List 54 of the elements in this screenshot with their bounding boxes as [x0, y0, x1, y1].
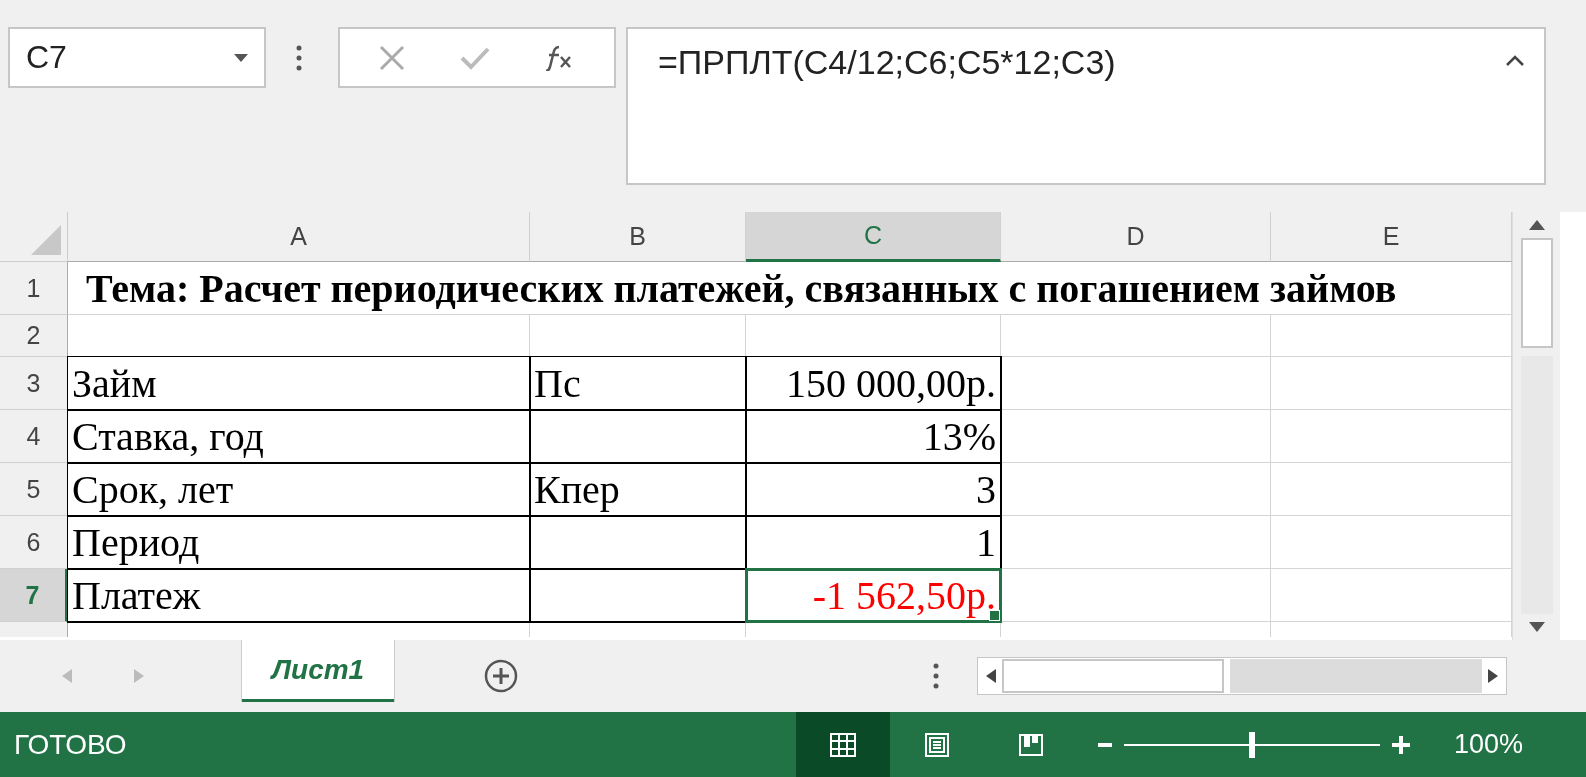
table-cell[interactable]: 150 000,00р. [746, 357, 1001, 410]
row-header[interactable]: 1 [0, 262, 68, 315]
name-box[interactable]: C7 [8, 27, 266, 88]
table-cell[interactable]: Пс [530, 357, 746, 410]
check-icon[interactable] [460, 45, 490, 70]
table-cell[interactable]: 3 [746, 463, 1001, 516]
grid-icon [830, 732, 856, 757]
row-header[interactable]: 6 [0, 516, 68, 569]
scroll-thumb[interactable] [1520, 238, 1553, 348]
table-cell[interactable]: Ставка, год [68, 410, 530, 463]
triangle-icon [31, 225, 61, 255]
zoom-level[interactable]: 100% [1454, 729, 1524, 760]
row-header[interactable]: 7 [0, 569, 68, 622]
table-cell[interactable]: Платеж [68, 569, 530, 622]
scroll-down-icon[interactable] [1528, 622, 1545, 632]
row-header[interactable]: 2 [0, 315, 68, 357]
table-cell[interactable]: 1 [746, 516, 1001, 569]
table-cell[interactable]: Срок, лет [68, 463, 530, 516]
table-cell[interactable]: 13% [746, 410, 1001, 463]
table-cell[interactable] [530, 410, 746, 463]
scroll-thumb[interactable] [1002, 659, 1224, 693]
row-header[interactable]: 3 [0, 357, 68, 410]
row-header[interactable]: 4 [0, 410, 68, 463]
column-header[interactable]: E [1271, 212, 1512, 262]
horizontal-scrollbar[interactable] [977, 657, 1507, 695]
more-icon[interactable] [296, 45, 302, 71]
more-icon[interactable] [933, 663, 939, 689]
chevron-up-icon[interactable] [1506, 55, 1524, 66]
table-cell[interactable]: Период [68, 516, 530, 569]
page-icon [925, 732, 949, 757]
scroll-right-icon[interactable] [1488, 669, 1498, 683]
table-cell[interactable]: Кпер [530, 463, 746, 516]
formula-field[interactable]: =ПРПЛТ(C4/12;C6;C5*12;C3) [626, 27, 1546, 185]
table-cell[interactable]: -1 562,50р. [746, 569, 1001, 622]
column-header[interactable]: B [530, 212, 746, 262]
page-break-icon [1019, 733, 1043, 756]
caret-icon [234, 53, 248, 62]
row-header[interactable]: 5 [0, 463, 68, 516]
zoom-slider[interactable] [1124, 731, 1380, 758]
zoom-in-icon[interactable] [1392, 735, 1410, 754]
slider-thumb[interactable] [1249, 731, 1255, 758]
table-cell[interactable] [530, 516, 746, 569]
scroll-left-icon[interactable] [986, 669, 996, 683]
status-text: ГОТОВО [14, 728, 128, 761]
title-cell[interactable]: Тема: Расчет периодических платежей, связанных с погашением займов [68, 262, 1512, 315]
table-cell[interactable]: Займ [68, 357, 530, 410]
column-header[interactable]: D [1001, 212, 1271, 262]
column-header[interactable]: A [68, 212, 530, 262]
scroll-up-icon[interactable] [1528, 220, 1545, 230]
normal-view-button[interactable] [796, 712, 890, 777]
add-sheet-icon[interactable] [484, 659, 518, 693]
sheet-tab[interactable]: Лист1 [242, 640, 394, 702]
zoom-out-icon[interactable] [1098, 742, 1112, 747]
column-header[interactable]: C [746, 212, 1001, 262]
